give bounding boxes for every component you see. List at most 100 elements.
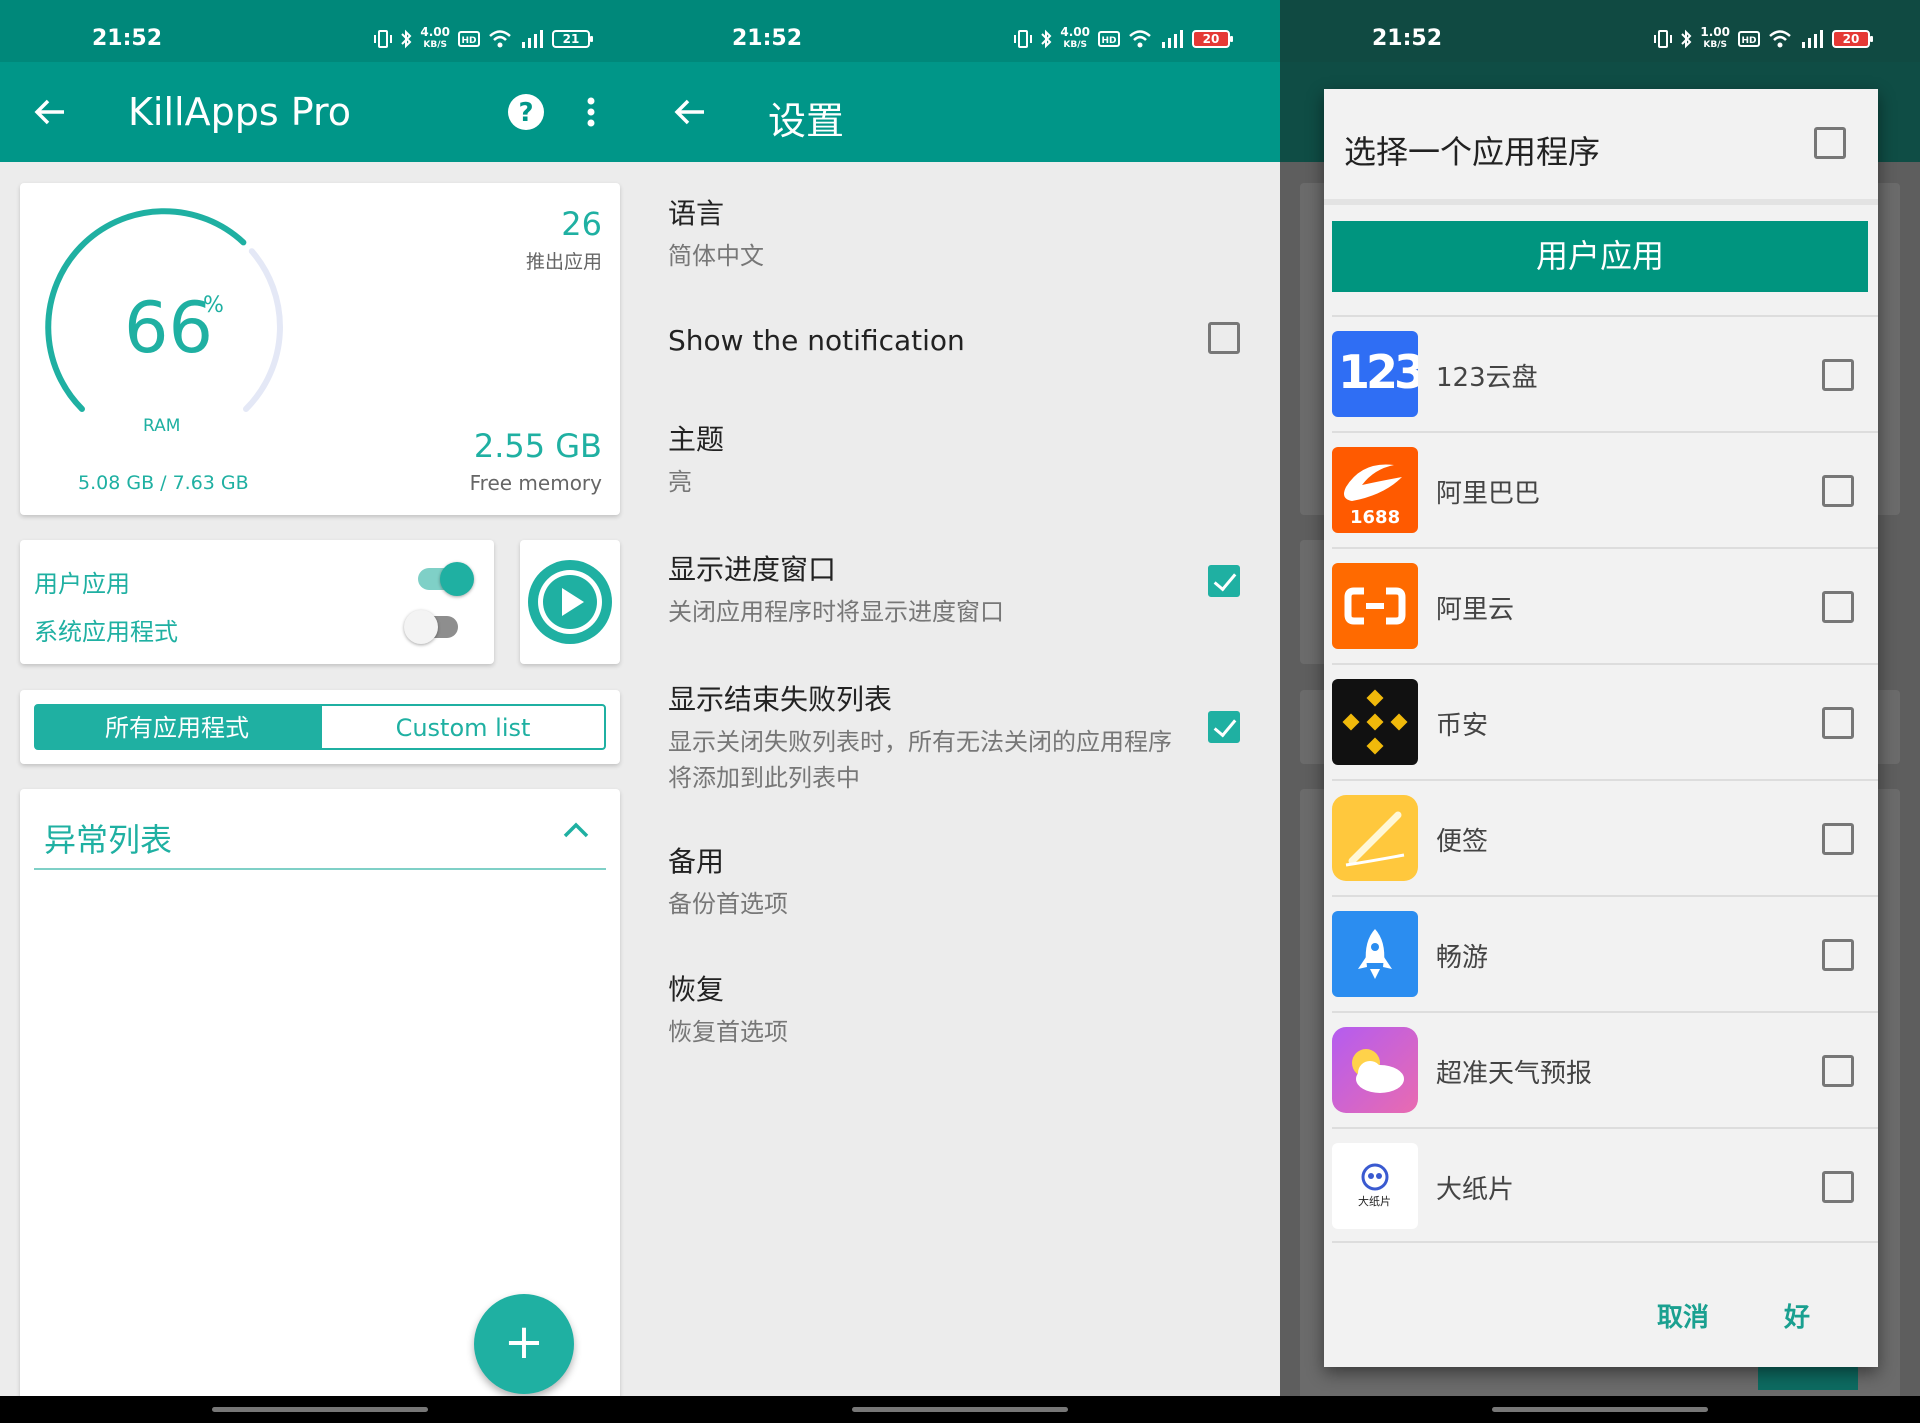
svg-text:HD: HD [1101, 36, 1116, 46]
main-screen: 21:52 4.00 KB/S HD 21 KillApps Pro ? 66 %… [0, 0, 640, 1423]
bluetooth-icon [1041, 29, 1052, 49]
setting-theme[interactable]: 主题 亮 [668, 418, 724, 500]
status-icons: 4.00 KB/S HD 21 [374, 25, 593, 52]
setting-failed-list[interactable]: 显示结束失败列表 显示关闭失败列表时，所有无法关闭的应用程序将添加到此列表中 [668, 678, 1188, 796]
more-vert-icon[interactable] [584, 92, 598, 132]
hd-icon: HD [1738, 31, 1760, 47]
hd-icon: HD [1098, 31, 1120, 47]
net-speed: 1.00 KB/S [1700, 25, 1730, 50]
ok-button[interactable]: 好 [1784, 1297, 1810, 1334]
failed-list-checkbox[interactable] [1208, 711, 1240, 743]
signal-icon [1802, 30, 1823, 48]
system-apps-switch[interactable] [404, 610, 458, 644]
notification-checkbox[interactable] [1208, 322, 1240, 354]
app-row-binance[interactable]: 币安 [1332, 663, 1878, 779]
app-name: 币安 [1436, 711, 1489, 741]
setting-subtitle: 关闭应用程序时将显示进度窗口 [668, 598, 1004, 626]
status-time: 21:52 [92, 26, 163, 51]
settings-screen: 21:52 4.00 KB/S HD 20 设置 语言 简体中文 Show the… [640, 0, 1280, 1423]
select-all-checkbox[interactable] [1814, 127, 1846, 159]
setting-title: 显示结束失败列表 [668, 683, 893, 716]
chevron-up-icon[interactable] [562, 821, 590, 839]
aliyun-icon [1332, 563, 1418, 649]
app-name: 阿里云 [1436, 595, 1515, 625]
play-icon[interactable] [525, 557, 615, 647]
list-mode-selector: 所有应用程式 Custom list [20, 690, 620, 764]
net-speed: 4.00 KB/S [1060, 25, 1090, 50]
segment-all-apps[interactable]: 所有应用程式 [34, 704, 320, 750]
divider [1324, 199, 1878, 205]
system-apps-label: 系统应用程式 [34, 618, 178, 646]
app-name: 畅游 [1436, 943, 1489, 973]
tab-user-apps[interactable]: 用户应用 [1332, 221, 1868, 292]
wifi-icon [489, 30, 511, 48]
back-arrow-icon[interactable] [30, 92, 70, 132]
ram-percent: 66 [124, 287, 214, 369]
battery-indicator: 20 [1832, 30, 1873, 48]
app-row-123-cloud[interactable]: 123 123云盘 [1332, 315, 1878, 431]
switch-knob [440, 562, 474, 596]
anomaly-list-title: 异常列表 [44, 821, 173, 859]
app-row-aliyun[interactable]: 阿里云 [1332, 547, 1878, 663]
app-checkbox[interactable] [1822, 707, 1854, 739]
ram-percent-sign: % [203, 293, 224, 318]
home-indicator[interactable] [1492, 1407, 1708, 1412]
setting-progress-window[interactable]: 显示进度窗口 关闭应用程序时将显示进度窗口 [668, 548, 1004, 630]
wifi-icon [1129, 30, 1151, 48]
cancel-button[interactable]: 取消 [1657, 1297, 1709, 1334]
ram-card: 66 % RAM 5.08 GB / 7.63 GB 26 推出应用 2.55 … [20, 183, 620, 515]
svg-text:HD: HD [461, 36, 476, 46]
app-checkbox[interactable] [1822, 1171, 1854, 1203]
nav-bar [0, 1396, 640, 1423]
setting-title: 显示进度窗口 [668, 553, 837, 586]
status-bar: 21:52 4.00 KB/S HD 20 [640, 0, 1280, 62]
app-checkbox[interactable] [1822, 359, 1854, 391]
add-button[interactable]: + [474, 1294, 574, 1394]
free-memory-label: Free memory [469, 471, 602, 495]
app-row-dazhipian[interactable]: 大纸片 大纸片 [1332, 1127, 1878, 1243]
help-icon[interactable]: ? [506, 92, 546, 132]
app-row-changyou[interactable]: 畅游 [1332, 895, 1878, 1011]
back-arrow-icon[interactable] [670, 92, 710, 132]
app-checkbox[interactable] [1822, 823, 1854, 855]
app-checkbox[interactable] [1822, 475, 1854, 507]
app-row-alibaba[interactable]: 1688 阿里巴巴 [1332, 431, 1878, 547]
binance-icon [1332, 679, 1418, 765]
free-memory-value: 2.55 GB [473, 427, 602, 465]
user-apps-switch[interactable] [418, 562, 474, 596]
app-checkbox[interactable] [1822, 591, 1854, 623]
home-indicator[interactable] [212, 1407, 428, 1412]
setting-subtitle: 恢复首选项 [668, 1018, 788, 1046]
status-icons: 1.00 KB/S HD 20 [1654, 25, 1873, 52]
app-checkbox[interactable] [1822, 1055, 1854, 1087]
setting-restore[interactable]: 恢复 恢复首选项 [668, 968, 788, 1050]
setting-language[interactable]: 语言 简体中文 [668, 192, 764, 274]
battery-indicator: 20 [1192, 30, 1233, 48]
segment-custom-list[interactable]: Custom list [320, 704, 606, 750]
123-cloud-icon: 123 [1332, 331, 1418, 417]
app-bar: KillApps Pro ? [0, 62, 640, 162]
app-row-notes[interactable]: 便签 [1332, 779, 1878, 895]
app-bar: 设置 [640, 62, 1280, 162]
divider [34, 868, 606, 870]
app-name: 阿里巴巴 [1436, 479, 1541, 509]
weather-icon [1332, 1027, 1418, 1113]
app-row-weather[interactable]: 超准天气预报 [1332, 1011, 1878, 1127]
svg-text:HD: HD [1741, 36, 1756, 46]
setting-title: 备用 [668, 845, 725, 878]
setting-backup[interactable]: 备用 备份首选项 [668, 840, 788, 922]
progress-window-checkbox[interactable] [1208, 565, 1240, 597]
vibrate-icon [374, 30, 393, 48]
status-icons: 4.00 KB/S HD 20 [1014, 25, 1233, 52]
setting-title: 恢复 [668, 973, 725, 1006]
status-time: 21:52 [732, 26, 803, 51]
net-speed: 4.00 KB/S [420, 25, 450, 50]
setting-show-notification[interactable]: Show the notification [668, 324, 965, 357]
rocket-icon [1332, 911, 1418, 997]
app-checkbox[interactable] [1822, 939, 1854, 971]
battery-indicator: 21 [552, 30, 593, 48]
home-indicator[interactable] [852, 1407, 1068, 1412]
app-type-toggles: 用户应用 系统应用程式 [20, 540, 494, 664]
app-name: 大纸片 [1436, 1175, 1515, 1205]
nav-bar [1280, 1396, 1920, 1423]
